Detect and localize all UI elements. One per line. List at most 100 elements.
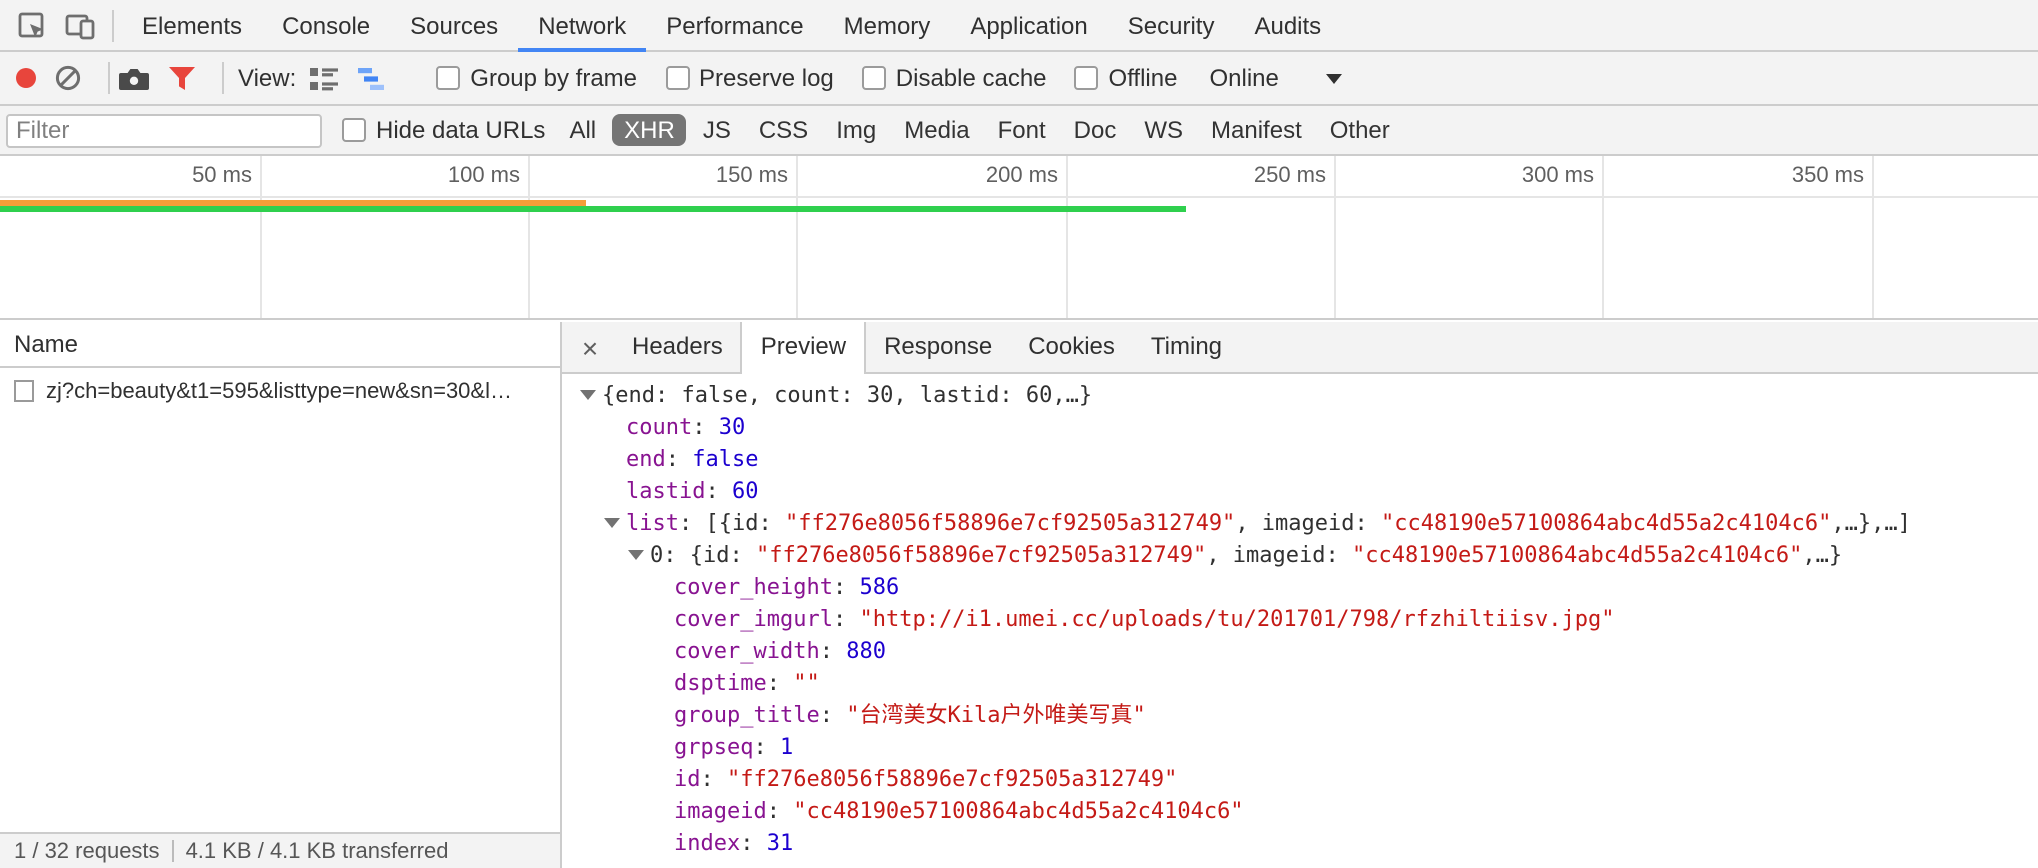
expander-spacer [602,482,626,498]
tab-application[interactable]: Application [950,0,1107,51]
checkbox-unchecked-icon[interactable] [665,66,689,90]
tab-cookies[interactable]: Cookies [1010,322,1133,372]
tab-audits[interactable]: Audits [1234,0,1341,51]
filter-type-xhr[interactable]: XHR [612,114,687,146]
request-name: zj?ch=beauty&t1=595&listtype=new&sn=30&l… [46,379,520,403]
expander-spacer [650,578,674,594]
expander-spacer [650,610,674,626]
capture-screenshots-button[interactable] [118,65,150,91]
json-segment-str: "台湾美女Kila户外唯美写真" [846,702,1146,728]
network-overview[interactable]: 50 ms 100 ms 150 ms 200 ms 250 ms 300 ms… [0,156,2038,320]
throttling-value[interactable]: Online [1209,64,1278,92]
json-segment-plain: : [740,830,767,856]
show-overview-toggle[interactable] [358,65,390,91]
preview-json-tree[interactable]: {end: false, count: 30, lastid: 60,…} cou… [562,374,2038,868]
expander-spacer [650,770,674,786]
json-segment-str: "cc48190e57100864abc4d55a2c4104c6" [793,798,1243,824]
expander-spacer [602,418,626,434]
json-segment-plain: ,…} [1802,542,1842,568]
json-segment-str: "http://i1.umei.cc/uploads/tu/201701/798… [859,606,1614,632]
overview-bar-green [0,206,1186,212]
clear-button[interactable] [54,64,82,92]
toolbar-separator [222,62,224,94]
group-by-frame-checkbox[interactable]: Group by frame [436,64,637,92]
close-details-button[interactable]: × [566,322,614,372]
gridline [796,156,798,318]
tab-response[interactable]: Response [866,322,1010,372]
disable-cache-label: Disable cache [896,64,1047,92]
filter-type-ws[interactable]: WS [1132,114,1195,146]
filter-type-doc[interactable]: Doc [1062,114,1129,146]
json-segment-key: cover_width [674,638,820,664]
filter-type-js[interactable]: JS [691,114,743,146]
json-tree-row[interactable]: end: false [562,444,2038,476]
checkbox-unchecked-icon[interactable] [342,118,366,142]
checkbox-unchecked-icon[interactable] [1075,66,1099,90]
json-segment-plain: , imageid: [1206,542,1352,568]
json-tree-row[interactable]: imageid: "cc48190e57100864abc4d55a2c4104… [562,796,2038,828]
filter-type-media[interactable]: Media [892,114,981,146]
large-request-rows-toggle[interactable] [308,65,340,91]
record-button[interactable] [16,68,36,88]
json-segment-key: dsptime [674,670,767,696]
json-tree-row[interactable]: cover_height: 586 [562,572,2038,604]
json-segment-plain: {end: false, count: 30, lastid: 60,…} [602,382,1092,408]
json-tree-row[interactable]: grpseq: 1 [562,732,2038,764]
details-tab-bar: × Headers Preview Response Cookies Timin… [562,322,2038,374]
json-tree-row[interactable]: lastid: 60 [562,476,2038,508]
json-segment-plain: , imageid: [1235,510,1381,536]
tab-timing[interactable]: Timing [1133,322,1240,372]
time-tick-label: 350 ms [1792,164,1864,188]
filter-input[interactable] [6,113,322,147]
filter-type-manifest[interactable]: Manifest [1199,114,1314,146]
json-tree-row[interactable]: count: 30 [562,412,2038,444]
json-tree-row[interactable]: group_title: "台湾美女Kila户外唯美写真" [562,700,2038,732]
request-row[interactable]: zj?ch=beauty&t1=595&listtype=new&sn=30&l… [0,368,560,414]
filter-type-other[interactable]: Other [1318,114,1402,146]
tab-security[interactable]: Security [1108,0,1235,51]
time-tick-label: 150 ms [716,164,788,188]
json-segment-plain: : [666,446,693,472]
filter-type-img[interactable]: Img [824,114,888,146]
tab-preview[interactable]: Preview [741,322,866,372]
offline-label: Offline [1109,64,1178,92]
expander-triangle-icon[interactable] [578,386,602,402]
name-column-header[interactable]: Name [0,322,560,368]
device-toolbar-button[interactable] [56,1,104,49]
expander-triangle-icon[interactable] [602,514,626,530]
filter-type-css[interactable]: CSS [747,114,820,146]
json-tree-row[interactable]: id: "ff276e8056f58896e7cf92505a312749" [562,764,2038,796]
json-tree-row[interactable]: list: [{id: "ff276e8056f58896e7cf92505a3… [562,508,2038,540]
filter-button[interactable] [168,65,196,91]
offline-checkbox[interactable]: Offline [1075,64,1178,92]
json-tree-row[interactable]: cover_imgurl: "http://i1.umei.cc/uploads… [562,604,2038,636]
tab-memory[interactable]: Memory [824,0,951,51]
inspect-element-button[interactable] [8,1,56,49]
json-tree-row[interactable]: index: 31 [562,828,2038,860]
json-segment-plain: : [833,574,860,600]
expander-triangle-icon[interactable] [626,546,650,562]
preserve-log-checkbox[interactable]: Preserve log [665,64,834,92]
tab-headers[interactable]: Headers [614,322,741,372]
hide-data-urls-checkbox[interactable]: Hide data URLs [342,116,545,144]
json-segment-str: "ff276e8056f58896e7cf92505a312749" [756,542,1206,568]
json-tree-row[interactable]: 0: {id: "ff276e8056f58896e7cf92505a31274… [562,540,2038,572]
tab-elements[interactable]: Elements [122,0,262,51]
filter-type-all[interactable]: All [557,114,608,146]
file-icon [14,380,34,402]
tab-performance[interactable]: Performance [646,0,823,51]
tab-console[interactable]: Console [262,0,390,51]
json-tree-row[interactable]: dsptime: "" [562,668,2038,700]
time-tick-label: 200 ms [986,164,1058,188]
json-tree-row[interactable]: cover_width: 880 [562,636,2038,668]
checkbox-unchecked-icon[interactable] [862,66,886,90]
tab-sources[interactable]: Sources [390,0,518,51]
expander-spacer [650,738,674,754]
filter-type-font[interactable]: Font [986,114,1058,146]
toolbar-separator [108,62,110,94]
chevron-down-icon[interactable] [1327,74,1343,92]
tab-network[interactable]: Network [518,0,646,51]
disable-cache-checkbox[interactable]: Disable cache [862,64,1047,92]
checkbox-unchecked-icon[interactable] [436,66,460,90]
json-tree-row[interactable]: {end: false, count: 30, lastid: 60,…} [562,380,2038,412]
